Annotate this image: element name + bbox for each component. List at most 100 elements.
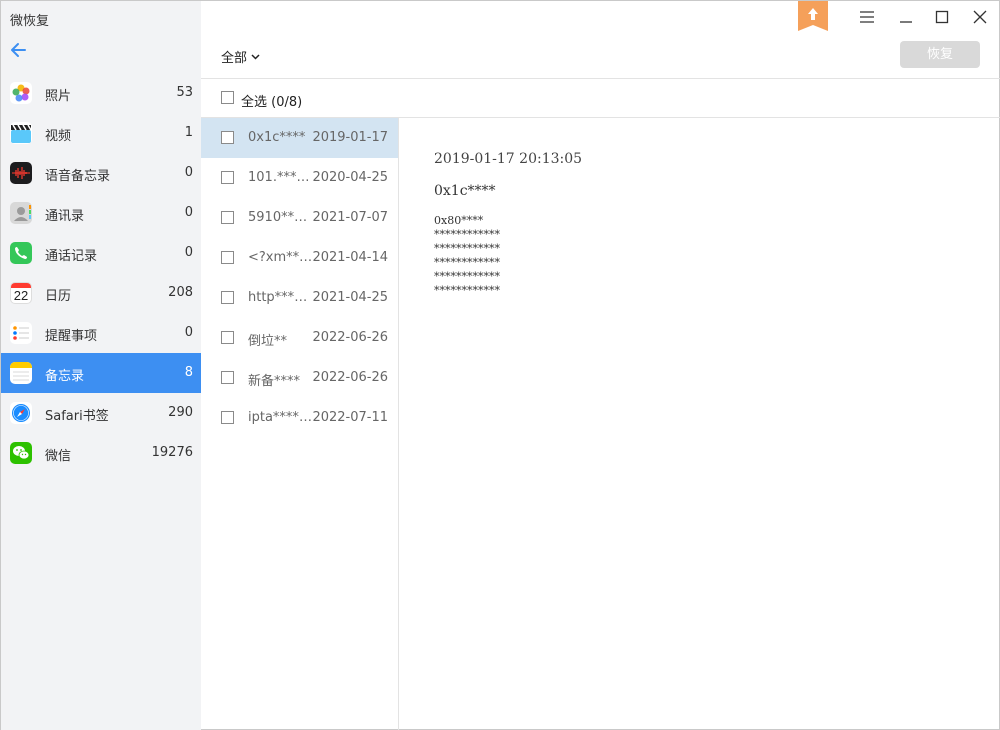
row-checkbox[interactable] bbox=[221, 171, 234, 184]
sidebar-item-contacts[interactable]: 通讯录 0 bbox=[1, 193, 201, 233]
upgrade-icon[interactable] bbox=[798, 1, 828, 31]
menu-icon[interactable] bbox=[857, 7, 877, 27]
note-name: 0x1c**** bbox=[248, 130, 306, 145]
list-item[interactable]: 倒垃** 2022-06-26 bbox=[201, 318, 398, 358]
note-date: 2019-01-17 bbox=[312, 130, 388, 145]
phone-icon bbox=[10, 242, 32, 264]
reminders-icon bbox=[10, 322, 32, 344]
row-checkbox[interactable] bbox=[221, 371, 234, 384]
row-checkbox[interactable] bbox=[221, 331, 234, 344]
photos-icon bbox=[10, 82, 32, 104]
category-nav: 照片 53 视频 1 语音备忘录 0 通讯录 0 通话记录 0 22 日历 20… bbox=[1, 73, 201, 473]
note-date: 2021-04-14 bbox=[312, 250, 388, 265]
sidebar-item-call-history[interactable]: 通话记录 0 bbox=[1, 233, 201, 273]
sidebar-item-label: Safari书签 bbox=[45, 409, 109, 424]
sidebar-item-label: 通讯录 bbox=[45, 209, 85, 224]
note-date: 2022-07-11 bbox=[312, 410, 388, 425]
sidebar-item-count: 0 bbox=[184, 205, 193, 220]
maximize-icon[interactable] bbox=[932, 7, 952, 27]
note-name: ipta*****... bbox=[248, 410, 313, 425]
list-item[interactable]: ipta*****... 2022-07-11 bbox=[201, 398, 398, 438]
preview-line: ************ bbox=[434, 242, 500, 255]
safari-icon bbox=[10, 402, 32, 424]
sidebar-item-wechat[interactable]: 微信 19276 bbox=[1, 433, 201, 473]
list-item[interactable]: <?xm***... 2021-04-14 bbox=[201, 238, 398, 278]
sidebar-item-label: 照片 bbox=[45, 89, 72, 104]
back-arrow-icon[interactable] bbox=[9, 40, 29, 60]
note-preview: 2019-01-17 20:13:05 0x1c**** 0x80**** **… bbox=[400, 118, 1000, 730]
select-all-checkbox[interactable] bbox=[221, 91, 234, 104]
note-name: 101.*****... bbox=[248, 170, 313, 185]
sidebar-item-count: 208 bbox=[168, 285, 193, 300]
sidebar-item-label: 视频 bbox=[45, 129, 72, 144]
sidebar-item-count: 8 bbox=[184, 365, 193, 380]
sidebar-item-count: 1 bbox=[184, 125, 193, 140]
list-item[interactable]: 0x1c**** 2019-01-17 bbox=[201, 118, 398, 158]
sidebar-item-count: 0 bbox=[184, 245, 193, 260]
select-all-bar: 全选 (0/8) bbox=[201, 79, 1000, 118]
preview-line: 0x80**** bbox=[434, 214, 484, 227]
preview-line: ************ bbox=[434, 256, 500, 269]
close-icon[interactable] bbox=[970, 7, 990, 27]
restore-button[interactable]: 恢复 bbox=[900, 41, 980, 68]
select-all-label[interactable]: 全选 (0/8) bbox=[241, 91, 302, 110]
sidebar-item-notes[interactable]: 备忘录 8 bbox=[1, 353, 201, 393]
preview-date: 2019-01-17 20:13:05 bbox=[434, 151, 583, 167]
row-checkbox[interactable] bbox=[221, 131, 234, 144]
sidebar-item-photos[interactable]: 照片 53 bbox=[1, 73, 201, 113]
note-date: 2021-07-07 bbox=[312, 210, 388, 225]
row-checkbox[interactable] bbox=[221, 291, 234, 304]
note-date: 2021-04-25 bbox=[312, 290, 388, 305]
voice-memo-icon bbox=[10, 162, 32, 184]
sidebar-item-label: 日历 bbox=[45, 289, 72, 304]
sidebar-item-calendar[interactable]: 22 日历 208 bbox=[1, 273, 201, 313]
note-name: <?xm***... bbox=[248, 250, 313, 265]
sidebar-item-voice-memos[interactable]: 语音备忘录 0 bbox=[1, 153, 201, 193]
note-date: 2022-06-26 bbox=[312, 330, 388, 345]
row-checkbox[interactable] bbox=[221, 411, 234, 424]
chevron-down-icon bbox=[251, 53, 260, 60]
sidebar-item-label: 微信 bbox=[45, 449, 72, 464]
sidebar-item-count: 0 bbox=[184, 325, 193, 340]
sidebar: 微恢复 照片 53 视频 1 语音备忘录 0 通讯录 0 通话记录 0 22 日… bbox=[1, 1, 201, 730]
wechat-icon bbox=[10, 442, 32, 464]
list-item[interactable]: 5910****... 2021-07-07 bbox=[201, 198, 398, 238]
list-item[interactable]: http*****... 2021-04-25 bbox=[201, 278, 398, 318]
preview-title: 0x1c**** bbox=[434, 183, 496, 199]
preview-line: ************ bbox=[434, 228, 500, 241]
note-date: 2020-04-25 bbox=[312, 170, 388, 185]
note-name: http*****... bbox=[248, 290, 313, 305]
sidebar-item-reminders[interactable]: 提醒事项 0 bbox=[1, 313, 201, 353]
note-name: 倒垃** bbox=[248, 334, 288, 349]
contacts-icon bbox=[10, 202, 32, 224]
sidebar-item-label: 通话记录 bbox=[45, 249, 98, 264]
list-item[interactable]: 新备**** 2022-06-26 bbox=[201, 358, 398, 398]
toolbar: 全部 恢复 bbox=[201, 1, 1000, 79]
filter-label: 全部 bbox=[221, 51, 248, 66]
video-icon bbox=[10, 122, 32, 144]
calendar-icon: 22 bbox=[10, 282, 32, 304]
row-checkbox[interactable] bbox=[221, 251, 234, 264]
sidebar-item-video[interactable]: 视频 1 bbox=[1, 113, 201, 153]
preview-body: 0x80**** ************ ************ *****… bbox=[434, 214, 500, 298]
sidebar-item-count: 19276 bbox=[151, 445, 193, 460]
sidebar-item-safari-bookmarks[interactable]: Safari书签 290 bbox=[1, 393, 201, 433]
sidebar-item-count: 53 bbox=[176, 85, 193, 100]
notes-icon bbox=[10, 362, 32, 384]
preview-line: ************ bbox=[434, 284, 500, 297]
note-date: 2022-06-26 bbox=[312, 370, 388, 385]
sidebar-item-label: 备忘录 bbox=[45, 369, 85, 384]
notes-list: 0x1c**** 2019-01-17 101.*****... 2020-04… bbox=[201, 118, 399, 730]
list-item[interactable]: 101.*****... 2020-04-25 bbox=[201, 158, 398, 198]
sidebar-item-label: 语音备忘录 bbox=[45, 169, 111, 184]
row-checkbox[interactable] bbox=[221, 211, 234, 224]
note-name: 新备**** bbox=[248, 374, 301, 389]
sidebar-item-count: 0 bbox=[184, 165, 193, 180]
filter-dropdown[interactable]: 全部 bbox=[221, 47, 260, 66]
note-name: 5910****... bbox=[248, 210, 313, 225]
calendar-day: 22 bbox=[13, 288, 29, 303]
sidebar-item-count: 290 bbox=[168, 405, 193, 420]
minimize-icon[interactable] bbox=[896, 7, 916, 27]
app-title: 微恢复 bbox=[10, 14, 50, 29]
preview-line: ************ bbox=[434, 270, 500, 283]
